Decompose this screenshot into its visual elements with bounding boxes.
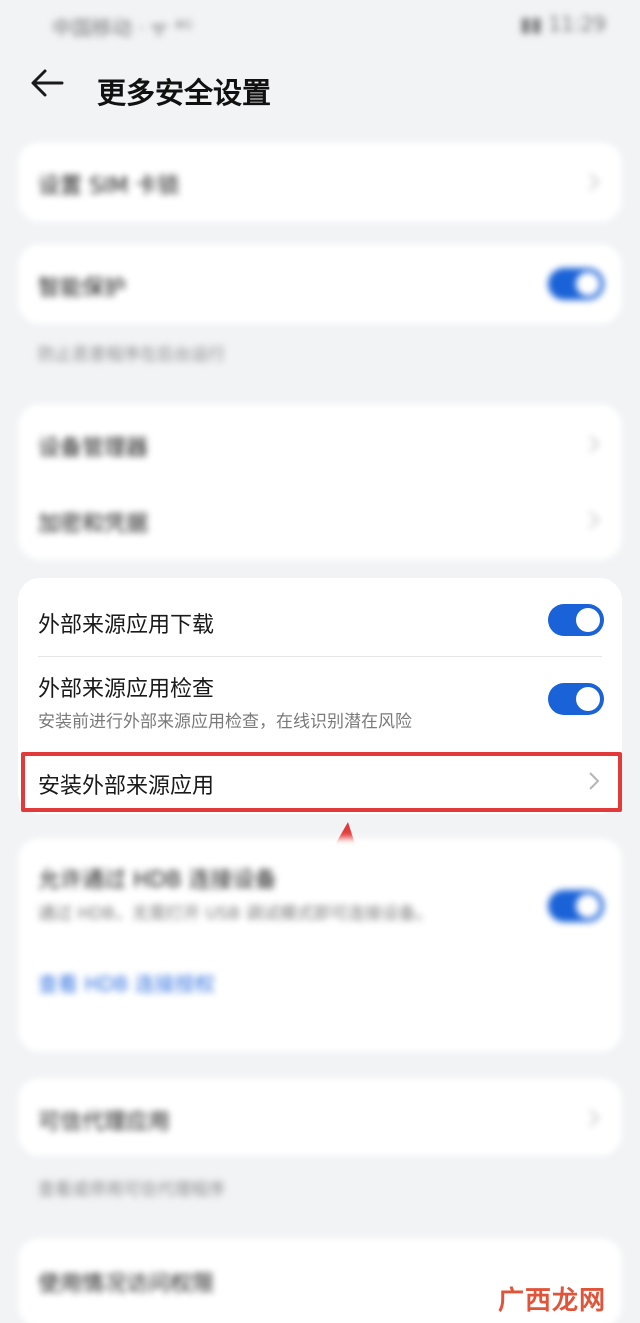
carrier-signal: 中国移动 ᐧ ᯤ ⁴ᴳ — [52, 16, 193, 40]
encryption-row[interactable]: 加密和凭据 — [18, 482, 622, 560]
trusted-apps-card[interactable]: 可信代理应用 — [18, 1078, 622, 1156]
back-button[interactable] — [30, 68, 78, 112]
usage-access-label: 使用情况访问权限 — [38, 1272, 215, 1297]
external-download-row[interactable]: 外部来源应用下载 — [18, 578, 622, 656]
admin-card: 设备管理器 加密和凭据 — [18, 404, 622, 560]
external-check-description: 安装前进行外部来源应用检查，在线识别潜在风险 — [38, 712, 412, 732]
external-download-toggle[interactable] — [548, 604, 604, 636]
hdb-link[interactable]: 查看 HDB 连接授权 — [38, 968, 215, 997]
smart-protect-card: 智能保护 — [18, 244, 622, 324]
smart-protect-label: 智能保护 — [38, 276, 127, 301]
hdb-title: 允许通过 HDB 连接设备 — [38, 868, 277, 893]
external-download-label: 外部来源应用下载 — [38, 613, 215, 638]
back-arrow-icon — [31, 69, 64, 97]
app-header: 更多安全设置 — [0, 58, 640, 122]
highlight-box — [21, 752, 622, 812]
chevron-right-icon — [589, 1109, 600, 1127]
smart-protect-toggle[interactable] — [548, 268, 604, 300]
status-bar: 中国移动 ᐧ ᯤ ⁴ᴳ ▮▮ 11:29 — [0, 0, 640, 48]
hdb-toggle[interactable] — [548, 890, 604, 922]
battery-clock: ▮▮ 11:29 — [519, 12, 606, 36]
trusted-apps-note: 查看或停用可信代理程序 — [38, 1180, 225, 1200]
external-check-label: 外部来源应用检查 — [38, 677, 215, 702]
page-title: 更多安全设置 — [97, 76, 272, 110]
watermark-logo: 广西龙网 — [497, 1286, 606, 1316]
smart-protect-note: 防止恶意程序在后台运行 — [38, 345, 225, 365]
hdb-card: 允许通过 HDB 连接设备 通过 HDB，无需打开 USB 调试模式即可连接设备… — [18, 838, 622, 1052]
sim-lock-label: 设置 SIM 卡锁 — [38, 174, 180, 199]
sim-lock-card[interactable]: 设置 SIM 卡锁 — [18, 142, 622, 222]
trusted-apps-label: 可信代理应用 — [38, 1110, 171, 1135]
encryption-label: 加密和凭据 — [38, 512, 149, 537]
chevron-right-icon — [589, 435, 600, 453]
device-admin-row[interactable]: 设备管理器 — [18, 404, 622, 482]
chevron-right-icon — [589, 173, 600, 191]
external-check-toggle[interactable] — [548, 683, 604, 715]
external-check-row[interactable]: 外部来源应用检查 安装前进行外部来源应用检查，在线识别潜在风险 — [18, 657, 622, 749]
device-admin-label: 设备管理器 — [38, 436, 149, 461]
chevron-right-icon — [589, 511, 600, 529]
hdb-description: 通过 HDB，无需打开 USB 调试模式即可连接设备。 — [38, 904, 433, 924]
